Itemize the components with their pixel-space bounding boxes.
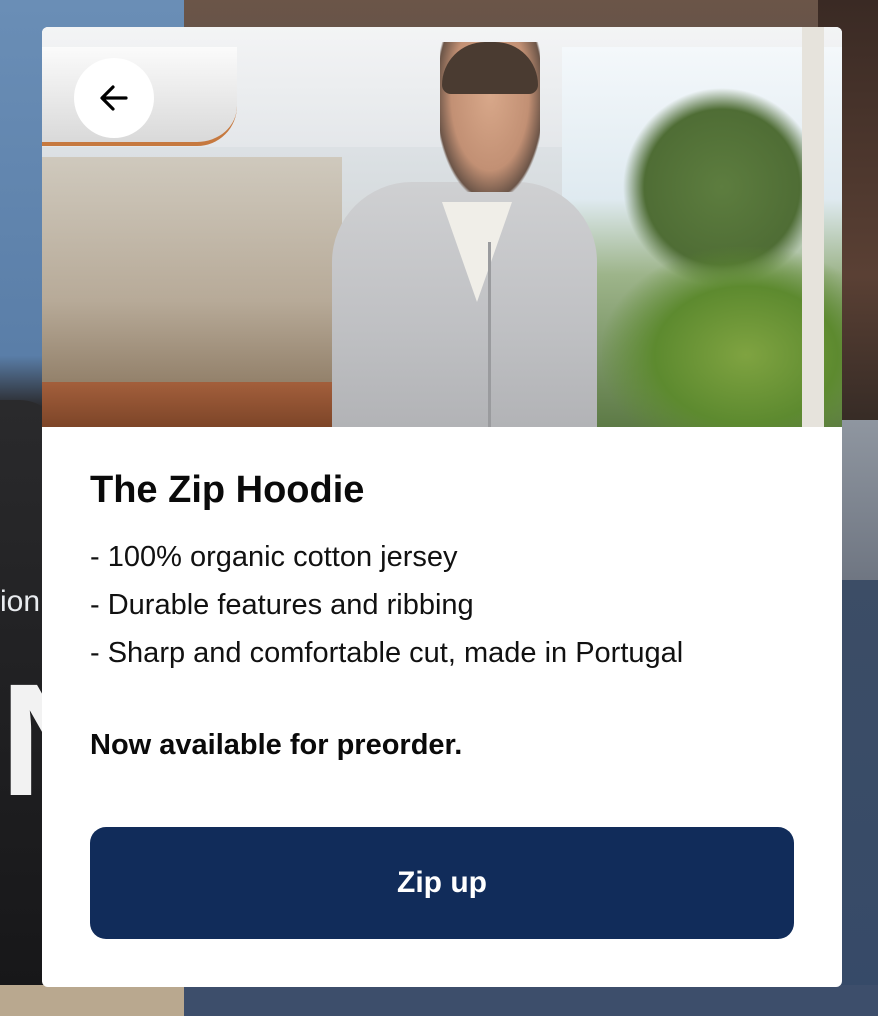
hero-interior bbox=[42, 157, 342, 397]
feature-item: - Durable features and ribbing bbox=[90, 589, 474, 621]
product-title: The Zip Hoodie bbox=[90, 469, 365, 511]
back-button[interactable] bbox=[74, 58, 154, 138]
background-sand bbox=[0, 985, 184, 1016]
arrow-left-icon bbox=[96, 80, 132, 116]
hero-window-frame bbox=[802, 27, 824, 427]
preorder-note: Now available for preorder. bbox=[90, 729, 463, 761]
feature-item: - 100% organic cotton jersey bbox=[90, 541, 458, 573]
feature-list: - 100% organic cotton jersey - Durable f… bbox=[90, 533, 794, 677]
product-modal: The Zip Hoodie - 100% organic cotton jer… bbox=[42, 27, 842, 987]
hoodie-zipper bbox=[488, 242, 491, 427]
model-wearing-hoodie bbox=[332, 42, 597, 427]
feature-item: - Sharp and comfortable cut, made in Por… bbox=[90, 637, 684, 669]
hero-sofa bbox=[42, 382, 342, 427]
background-denim bbox=[184, 985, 878, 1016]
product-hero-image bbox=[42, 27, 842, 427]
zip-up-button[interactable]: Zip up bbox=[90, 827, 794, 939]
product-details: The Zip Hoodie - 100% organic cotton jer… bbox=[90, 467, 794, 765]
background-partial-text: ion bbox=[0, 585, 41, 618]
